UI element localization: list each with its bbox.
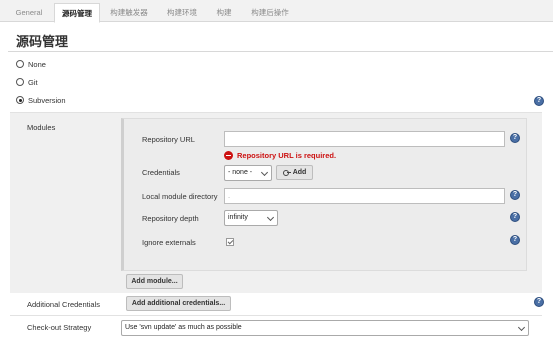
checkout-strategy-select-value: Use 'svn update' as much as possible: [125, 324, 242, 331]
add-credentials-label: Add: [292, 169, 307, 176]
scm-option-git-label: Git: [28, 77, 38, 87]
ignore-externals-help-icon[interactable]: ?: [510, 235, 520, 245]
chevron-down-icon: [517, 323, 526, 332]
repository-url-error-text: Repository URL is required.: [237, 151, 337, 160]
local-module-directory-input[interactable]: .: [224, 188, 505, 204]
checkout-strategy-select[interactable]: Use 'svn update' as much as possible: [121, 320, 529, 336]
title-divider: [8, 51, 553, 52]
tab-source-code-management[interactable]: 源码管理: [54, 3, 100, 23]
error-icon: [224, 151, 233, 160]
add-additional-credentials-button[interactable]: Add additional credentials...: [126, 296, 231, 311]
tab-post-build-actions[interactable]: 构建后操作: [244, 3, 296, 22]
page-title: 源码管理: [16, 34, 69, 49]
repository-url-input[interactable]: [224, 131, 505, 147]
key-icon: [282, 170, 291, 176]
chevron-down-icon: [260, 168, 269, 177]
radio-none[interactable]: [16, 60, 24, 68]
ignore-externals-label: Ignore externals: [142, 238, 196, 247]
additional-credentials-help-icon[interactable]: ?: [534, 297, 544, 307]
repository-url-error: Repository URL is required.: [224, 151, 336, 160]
tab-build-environment[interactable]: 构建环境: [160, 3, 204, 22]
scm-option-none-label: None: [28, 59, 46, 69]
local-module-directory-help-icon[interactable]: ?: [510, 190, 520, 200]
add-module-button[interactable]: Add module...: [126, 274, 183, 289]
repository-url-label: Repository URL: [142, 135, 195, 144]
repository-url-help-icon[interactable]: ?: [510, 133, 520, 143]
repository-depth-help-icon[interactable]: ?: [510, 212, 520, 222]
repository-depth-label: Repository depth: [142, 214, 199, 223]
scm-option-subversion-label: Subversion: [28, 95, 66, 105]
modules-label: Modules: [27, 123, 56, 132]
checkout-strategy-label: Check-out Strategy: [27, 323, 92, 332]
section-divider: [10, 315, 542, 316]
credentials-select-value: - none -: [228, 169, 253, 176]
repository-depth-select-value: infinity: [228, 214, 248, 221]
scm-option-subversion[interactable]: Subversion: [16, 94, 66, 106]
credentials-label: Credentials: [142, 168, 180, 177]
radio-subversion[interactable]: [16, 96, 24, 104]
chevron-down-icon: [266, 213, 275, 222]
repository-depth-select[interactable]: infinity: [224, 210, 278, 226]
scm-option-git[interactable]: Git: [16, 76, 38, 88]
config-tab-bar: General 源码管理 构建触发器 构建环境 构建 构建后操作: [0, 0, 553, 23]
credentials-select[interactable]: - none -: [224, 165, 272, 181]
tab-build[interactable]: 构建: [210, 3, 238, 22]
ignore-externals-checkbox[interactable]: [226, 238, 234, 246]
additional-credentials-label: Additional Credentials: [27, 300, 100, 309]
radio-git[interactable]: [16, 78, 24, 86]
add-credentials-button[interactable]: Add: [276, 165, 313, 180]
tab-build-triggers[interactable]: 构建触发器: [104, 3, 154, 22]
local-module-directory-label: Local module directory: [142, 192, 218, 201]
tab-general[interactable]: General: [8, 3, 50, 22]
scm-option-none[interactable]: None: [16, 58, 46, 70]
subversion-help-icon[interactable]: ?: [534, 96, 544, 106]
